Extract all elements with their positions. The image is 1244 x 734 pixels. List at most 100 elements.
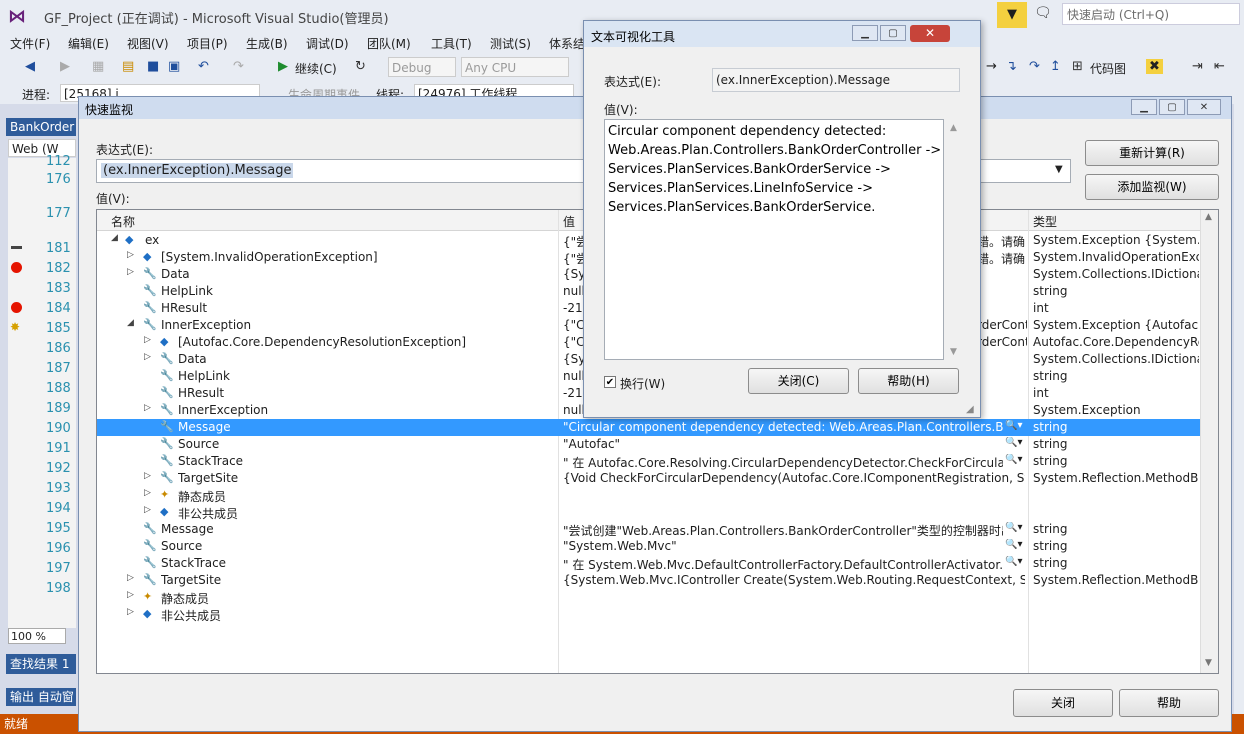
menu-edit[interactable]: 编辑(E) xyxy=(68,35,109,52)
outdent-icon[interactable]: ⇤ xyxy=(1214,59,1225,74)
config-combo[interactable]: Debug xyxy=(388,57,456,77)
table-row[interactable]: ▷ ✦ 静态成员 xyxy=(97,589,1200,606)
back-icon[interactable]: ◀ xyxy=(25,59,35,74)
magnifier-icon[interactable]: 🔍▾ xyxy=(1005,454,1027,465)
visualizer-expression-field[interactable]: (ex.InnerException).Message xyxy=(712,68,960,92)
scroll-up-icon[interactable]: ▲ xyxy=(1205,212,1212,222)
add-watch-button[interactable]: 添加监视(W) xyxy=(1085,174,1219,200)
step-arrow-icon[interactable]: → xyxy=(986,59,997,74)
notification-flag-icon[interactable]: ▼ xyxy=(997,2,1027,28)
expand-triangle-icon[interactable]: ▷ xyxy=(127,590,134,600)
redo-icon[interactable]: ↷ xyxy=(233,59,244,74)
save-all-icon[interactable]: ▣ xyxy=(168,59,180,74)
menu-view[interactable]: 视图(V) xyxy=(127,35,169,52)
collapse-triangle-icon[interactable]: ◢ xyxy=(111,233,118,243)
platform-combo[interactable]: Any CPU xyxy=(461,57,569,77)
feedback-icon[interactable]: 🗨 xyxy=(1034,5,1052,21)
close-button[interactable]: 关闭 xyxy=(1013,689,1113,717)
expand-triangle-icon[interactable]: ▷ xyxy=(127,267,134,277)
expand-triangle-icon[interactable]: ▷ xyxy=(144,471,151,481)
word-wrap-label[interactable]: 换行(W) xyxy=(620,375,665,392)
menu-build[interactable]: 生成(B) xyxy=(246,35,288,52)
save-icon[interactable]: ■ xyxy=(147,59,159,74)
undo-icon[interactable]: ↶ xyxy=(198,59,209,74)
menu-team[interactable]: 团队(M) xyxy=(367,35,411,52)
step-out-icon[interactable]: ↥ xyxy=(1050,59,1061,74)
close-icon[interactable]: ✕ xyxy=(1187,99,1221,115)
continue-label[interactable]: 继续(C) xyxy=(295,60,337,77)
open-file-icon[interactable]: ▤ xyxy=(122,59,134,74)
scroll-down-icon[interactable]: ▼ xyxy=(1205,658,1212,668)
output-autos-tabs[interactable]: 输出 自动窗 xyxy=(6,688,76,706)
visualizer-close-button[interactable]: 关闭(C) xyxy=(748,368,849,394)
table-row[interactable]: ▷ ◆ 非公共成员 xyxy=(97,606,1200,623)
magnifier-icon[interactable]: 🔍▾ xyxy=(1005,556,1027,567)
continue-icon[interactable]: ▶ xyxy=(278,59,288,74)
close-icon[interactable]: ✕ xyxy=(910,25,950,42)
step-over-icon[interactable]: ↷ xyxy=(1029,59,1040,74)
minimize-icon[interactable]: ▁ xyxy=(1131,99,1157,115)
recalculate-button[interactable]: 重新计算(R) xyxy=(1085,140,1219,166)
maximize-icon[interactable]: ▢ xyxy=(880,25,906,41)
zoom-combo[interactable]: 100 % xyxy=(8,628,66,644)
expand-triangle-icon[interactable]: ▷ xyxy=(144,335,151,345)
menu-debug[interactable]: 调试(D) xyxy=(306,35,349,52)
scroll-up-icon[interactable]: ▲ xyxy=(950,123,957,133)
column-type-header[interactable]: 类型 xyxy=(1033,213,1057,230)
scroll-down-icon[interactable]: ▼ xyxy=(950,347,957,357)
code-map-icon[interactable]: ⊞ xyxy=(1072,59,1083,74)
exception-settings-icon[interactable]: ✖ xyxy=(1146,59,1163,74)
find-results-tab[interactable]: 查找结果 1 xyxy=(6,654,76,674)
expand-triangle-icon[interactable]: ▷ xyxy=(144,403,151,413)
magnifier-icon[interactable]: 🔍▾ xyxy=(1005,420,1027,431)
minimize-icon[interactable]: ▁ xyxy=(852,25,878,41)
column-value-header[interactable]: 值 xyxy=(563,213,575,230)
quick-launch-input[interactable]: 快速启动 (Ctrl+Q) xyxy=(1062,3,1240,25)
code-map-label[interactable]: 代码图 xyxy=(1090,60,1126,77)
table-row[interactable]: ▷ ◆ 非公共成员 xyxy=(97,504,1200,521)
table-row[interactable]: 🔧 Source "System.Web.Mvc" 🔍▾ string xyxy=(97,538,1200,555)
editor-document-tab[interactable]: BankOrder xyxy=(6,118,76,136)
expand-triangle-icon[interactable]: ▷ xyxy=(127,607,134,617)
resize-grip-icon[interactable]: ◢ xyxy=(966,404,974,415)
word-wrap-checkbox[interactable]: ✔ xyxy=(604,376,616,388)
grid-vertical-scrollbar[interactable]: ▲ ▼ xyxy=(1200,210,1218,673)
breakpoint-icon[interactable] xyxy=(11,262,22,273)
menu-architecture[interactable]: 体系结 xyxy=(549,35,585,52)
column-name-header[interactable]: 名称 xyxy=(111,213,135,230)
step-into-icon[interactable]: ↴ xyxy=(1006,59,1017,74)
menu-project[interactable]: 项目(P) xyxy=(187,35,228,52)
table-row-selected[interactable]: 🔧 Message "Circular component dependency… xyxy=(97,419,1200,436)
magnifier-icon[interactable]: 🔍▾ xyxy=(1005,437,1027,448)
magnifier-icon[interactable]: 🔍▾ xyxy=(1005,522,1027,533)
table-row[interactable]: 🔧 StackTrace " 在 System.Web.Mvc.DefaultC… xyxy=(97,555,1200,572)
forward-icon[interactable]: ▶ xyxy=(60,59,70,74)
expand-triangle-icon[interactable]: ▷ xyxy=(144,505,151,515)
visualizer-help-button[interactable]: 帮助(H) xyxy=(858,368,959,394)
maximize-icon[interactable]: ▢ xyxy=(1159,99,1185,115)
menu-tools[interactable]: 工具(T) xyxy=(431,35,472,52)
help-button[interactable]: 帮助 xyxy=(1119,689,1219,717)
expand-triangle-icon[interactable]: ▷ xyxy=(127,250,134,260)
restart-icon[interactable]: ↻ xyxy=(355,59,366,74)
table-row[interactable]: 🔧 StackTrace " 在 Autofac.Core.Resolving.… xyxy=(97,453,1200,470)
menu-file[interactable]: 文件(F) xyxy=(10,35,50,52)
magnifier-icon[interactable]: 🔍▾ xyxy=(1005,539,1027,550)
expand-triangle-icon[interactable]: ▷ xyxy=(144,352,151,362)
indent-icon[interactable]: ⇥ xyxy=(1192,59,1203,74)
chevron-down-icon[interactable]: ▼ xyxy=(1055,164,1063,175)
collapse-triangle-icon[interactable]: ◢ xyxy=(127,318,134,328)
table-row[interactable]: ▷ 🔧 TargetSite {System.Web.Mvc.IControll… xyxy=(97,572,1200,589)
breakpoint-icon[interactable] xyxy=(11,302,22,313)
table-row[interactable]: ▷ 🔧 TargetSite {Void CheckForCircularDep… xyxy=(97,470,1200,487)
table-row[interactable]: 🔧 Message "尝试创建"Web.Areas.Plan.Controlle… xyxy=(97,521,1200,538)
row-name: Message xyxy=(161,522,214,536)
expand-triangle-icon[interactable]: ▷ xyxy=(127,573,134,583)
row-type: string xyxy=(1033,522,1068,536)
table-row[interactable]: ▷ ✦ 静态成员 xyxy=(97,487,1200,504)
expand-triangle-icon[interactable]: ▷ xyxy=(144,488,151,498)
menu-test[interactable]: 测试(S) xyxy=(490,35,531,52)
table-row[interactable]: 🔧 Source "Autofac" 🔍▾ string xyxy=(97,436,1200,453)
visualizer-text-area[interactable]: Circular component dependency detected: … xyxy=(604,119,944,360)
new-project-icon[interactable]: ▦ xyxy=(92,59,104,74)
